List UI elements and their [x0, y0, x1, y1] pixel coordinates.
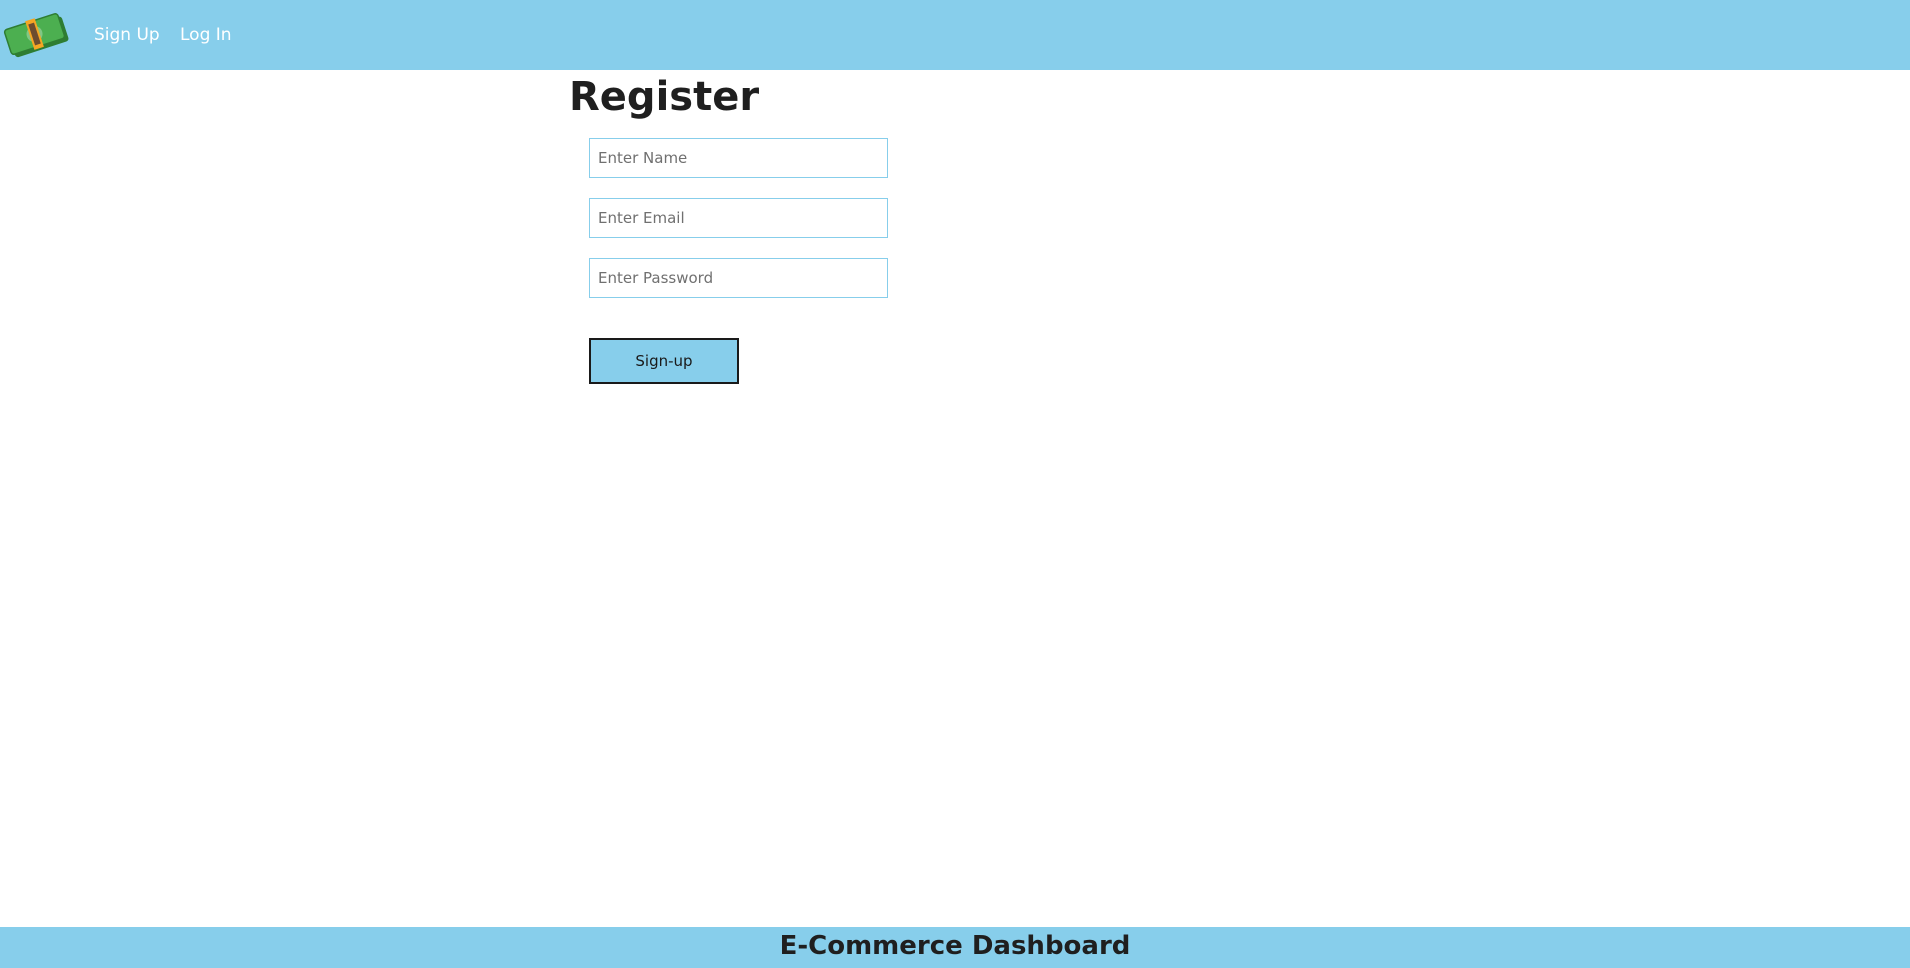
- page: Sign Up Log In Register Sign-up E-Commer…: [0, 0, 1910, 968]
- footer-title: E-Commerce Dashboard: [779, 931, 1131, 961]
- money-stack-icon[interactable]: [2, 10, 74, 60]
- nav-link-sign-up[interactable]: Sign Up: [94, 24, 160, 46]
- password-input[interactable]: [589, 258, 888, 298]
- page-title: Register: [569, 74, 760, 120]
- signup-button[interactable]: Sign-up: [589, 338, 739, 384]
- email-input[interactable]: [589, 198, 888, 238]
- nav-link-log-in[interactable]: Log In: [180, 24, 232, 46]
- navbar: Sign Up Log In: [0, 0, 1910, 70]
- name-input[interactable]: [589, 138, 888, 178]
- footer: E-Commerce Dashboard: [0, 927, 1910, 968]
